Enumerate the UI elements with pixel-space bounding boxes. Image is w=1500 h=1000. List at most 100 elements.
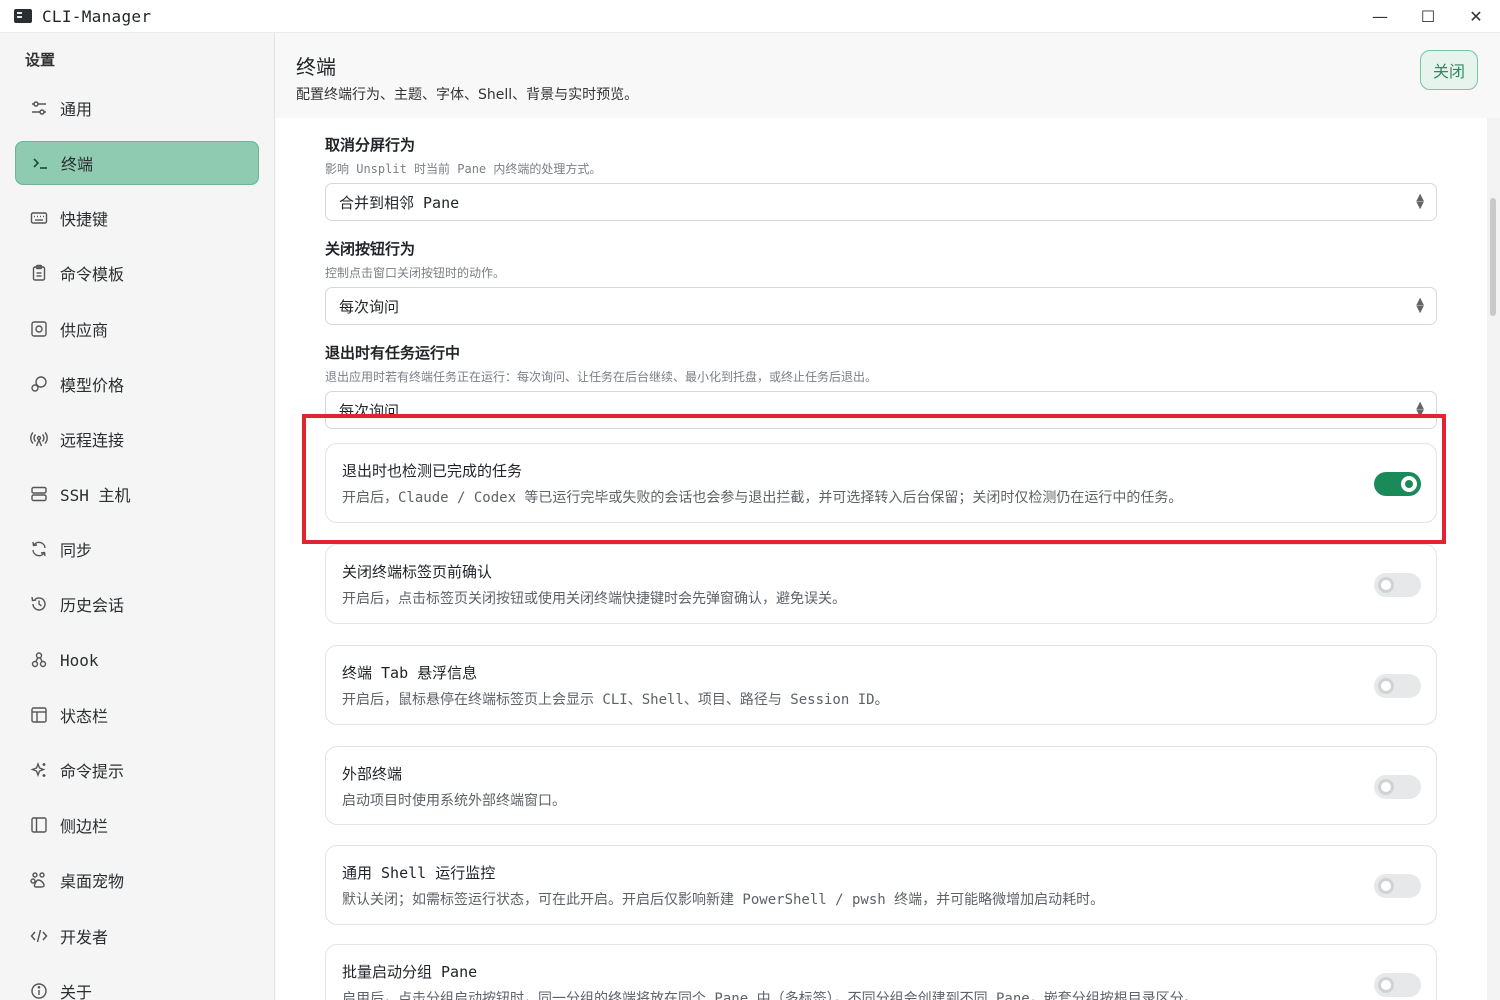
toggle-description: 启用后，点击分组启动按钮时，同一分组的终端将放在同个 Pane 中（多标签），不… xyxy=(342,991,1198,1000)
field-description: 影响 Unsplit 时当前 Pane 内终端的处理方式。 xyxy=(325,162,602,176)
sidebar-item-history-sessions[interactable]: 历史会话 xyxy=(15,582,259,626)
toggle-card-external-terminal: 外部终端 启动项目时使用系统外部终端窗口。 xyxy=(325,746,1437,825)
sidebar-item-label: SSH 主机 xyxy=(60,486,131,505)
toggle-card-shell-monitor: 通用 Shell 运行监控 默认关闭；如需标签运行状态，可在此开启。开启后仅影响… xyxy=(325,845,1437,925)
toggle-description: 开启后，鼠标悬停在终端标签页上会显示 CLI、Shell、项目、路径与 Sess… xyxy=(342,692,889,708)
sidebar-item-sidebar[interactable]: 侧边栏 xyxy=(15,803,259,847)
content-scrollbar-thumb[interactable] xyxy=(1490,198,1496,316)
window-title: CLI-Manager xyxy=(42,6,152,26)
shell-monitor-switch[interactable] xyxy=(1374,874,1421,898)
toggle-label: 终端 Tab 悬浮信息 xyxy=(342,664,478,682)
external-terminal-switch[interactable] xyxy=(1374,775,1421,799)
sidebar-item-terminal[interactable]: 终端 xyxy=(15,141,259,185)
sidebar-item-command-hints[interactable]: 命令提示 xyxy=(15,748,259,792)
sidebar-item-label: 历史会话 xyxy=(60,596,125,615)
close-settings-button[interactable]: 关闭 xyxy=(1420,50,1478,90)
batch-group-pane-switch[interactable] xyxy=(1374,973,1421,997)
select-value: 每次询问 xyxy=(339,401,400,420)
sidebar-item-ssh-hosts[interactable]: SSH 主机 xyxy=(15,472,259,516)
toggle-card-batch-group-pane: 批量启动分组 Pane 启用后，点击分组启动按钮时，同一分组的终端将放在同个 P… xyxy=(325,944,1437,1000)
toggle-card-confirm-close-tab: 关闭终端标签页前确认 开启后，点击标签页关闭按钮或使用关闭终端快捷键时会先弹窗确… xyxy=(325,544,1437,624)
field-description: 退出应用时若有终端任务正在运行：每次询问、让任务在后台继续、最小化到托盘，或终止… xyxy=(325,370,878,384)
toggle-label: 批量启动分组 Pane xyxy=(342,963,478,981)
keyboard-icon xyxy=(30,209,48,227)
sync-icon xyxy=(30,540,48,558)
sidebar-item-label: 快捷键 xyxy=(60,210,109,229)
select-value: 每次询问 xyxy=(339,297,400,316)
sidebar-item-sync[interactable]: 同步 xyxy=(15,527,259,571)
price-tag-icon xyxy=(30,375,48,393)
history-icon xyxy=(30,595,48,613)
page-subtitle: 配置终端行为、主题、字体、Shell、背景与实时预览。 xyxy=(296,87,639,103)
sidebar-item-label: 开发者 xyxy=(60,928,109,947)
field-description: 控制点击窗口关闭按钮时的动作。 xyxy=(325,266,506,280)
chevron-updown-icon: ▲ ▼ xyxy=(1416,400,1424,419)
maximize-button[interactable]: ☐ xyxy=(1404,0,1452,33)
field-label: 退出时有任务运行中 xyxy=(325,344,461,362)
layout-icon xyxy=(30,706,48,724)
field-label: 关闭按钮行为 xyxy=(325,240,416,258)
sidebar-item-label: 侧边栏 xyxy=(60,817,109,836)
sidebar-item-label: 关于 xyxy=(60,983,93,1000)
sidebar-item-label: 模型价格 xyxy=(60,376,125,395)
close-button-behavior-field: 关闭按钮行为 控制点击窗口关闭按钮时的动作。 每次询问 ▲ ▼ xyxy=(325,238,1437,325)
sidebar-item-remote-connection[interactable]: 远程连接 xyxy=(15,417,259,461)
confirm-close-tab-switch[interactable] xyxy=(1374,573,1421,597)
unsplit-behavior-select[interactable]: 合并到相邻 Pane ▲ ▼ xyxy=(325,183,1437,221)
minimize-button[interactable]: — xyxy=(1356,0,1404,33)
sidebar-item-shortcuts[interactable]: 快捷键 xyxy=(15,196,259,240)
close-window-button[interactable]: ✕ xyxy=(1452,0,1500,33)
sidebar-item-label: 命令提示 xyxy=(60,762,125,781)
toggle-card-detect-finished-tasks: 退出时也检测已完成的任务 开启后，Claude / Codex 等已运行完毕或失… xyxy=(325,443,1437,523)
field-label: 取消分屏行为 xyxy=(325,136,416,154)
sidebar-item-label: 桌面宠物 xyxy=(60,872,125,891)
terminal-icon xyxy=(31,154,49,172)
sidebar-item-developer[interactable]: 开发者 xyxy=(15,914,259,958)
exit-running-tasks-field: 退出时有任务运行中 退出应用时若有终端任务正在运行：每次询问、让任务在后台继续、… xyxy=(325,342,1437,429)
terminal-settings-panel[interactable]: 取消分屏行为 影响 Unsplit 时当前 Pane 内终端的处理方式。 合并到… xyxy=(276,118,1487,1000)
server-icon xyxy=(30,485,48,503)
hook-icon xyxy=(30,651,48,669)
info-icon xyxy=(30,982,48,1000)
paw-icon xyxy=(30,871,48,889)
toggle-description: 启动项目时使用系统外部终端窗口。 xyxy=(342,793,566,809)
sidebar-item-model-pricing[interactable]: 模型价格 xyxy=(15,362,259,406)
app-terminal-icon xyxy=(14,9,32,23)
sidebar-item-command-templates[interactable]: 命令模板 xyxy=(15,251,259,295)
toggle-label: 退出时也检测已完成的任务 xyxy=(342,462,523,480)
sidebar-item-providers[interactable]: 供应商 xyxy=(15,307,259,351)
chevron-updown-icon: ▲ ▼ xyxy=(1416,192,1424,211)
tab-hover-info-switch[interactable] xyxy=(1374,674,1421,698)
detect-finished-tasks-switch[interactable] xyxy=(1374,472,1421,496)
page-title: 终端 xyxy=(296,55,336,79)
sidebar-icon xyxy=(30,816,48,834)
sparkle-icon xyxy=(30,761,48,779)
unsplit-behavior-field: 取消分屏行为 影响 Unsplit 时当前 Pane 内终端的处理方式。 合并到… xyxy=(325,134,1437,221)
toggle-description: 开启后，点击标签页关闭按钮或使用关闭终端快捷键时会先弹窗确认，避免误关。 xyxy=(342,591,846,607)
sidebar-item-label: 远程连接 xyxy=(60,431,125,450)
title-bar: CLI-Manager — ☐ ✕ xyxy=(0,0,1500,33)
sidebar-item-label: Hook xyxy=(60,650,99,670)
sidebar-item-about[interactable]: 关于 xyxy=(15,969,259,1000)
toggle-label: 关闭终端标签页前确认 xyxy=(342,563,493,581)
toggle-description: 开启后，Claude / Codex 等已运行完毕或失败的会话也会参与退出拦截，… xyxy=(342,490,1183,506)
sidebar-item-status-bar[interactable]: 状态栏 xyxy=(15,693,259,737)
sidebar-title: 设置 xyxy=(25,51,56,69)
clipboard-icon xyxy=(30,264,48,282)
sidebar-item-desktop-pet[interactable]: 桌面宠物 xyxy=(15,858,259,902)
toggle-label: 通用 Shell 运行监控 xyxy=(342,864,496,882)
chevron-updown-icon: ▲ ▼ xyxy=(1416,296,1424,315)
sidebar-item-label: 状态栏 xyxy=(60,707,109,726)
sidebar-item-hook[interactable]: Hook xyxy=(15,638,259,682)
sidebar-item-label: 同步 xyxy=(60,541,93,560)
sidebar-item-label: 终端 xyxy=(61,155,94,174)
toggle-label: 外部终端 xyxy=(342,765,403,783)
provider-icon xyxy=(30,320,48,338)
toggle-description: 默认关闭；如需标签运行状态，可在此开启。开启后仅影响新建 PowerShell … xyxy=(342,892,1105,908)
sidebar-item-general[interactable]: 通用 xyxy=(15,86,259,130)
sidebar-item-label: 命令模板 xyxy=(60,265,125,284)
close-button-behavior-select[interactable]: 每次询问 ▲ ▼ xyxy=(325,287,1437,325)
select-value: 合并到相邻 Pane xyxy=(339,193,460,212)
exit-running-tasks-select[interactable]: 每次询问 ▲ ▼ xyxy=(325,391,1437,429)
sidebar-item-label: 供应商 xyxy=(60,321,109,340)
